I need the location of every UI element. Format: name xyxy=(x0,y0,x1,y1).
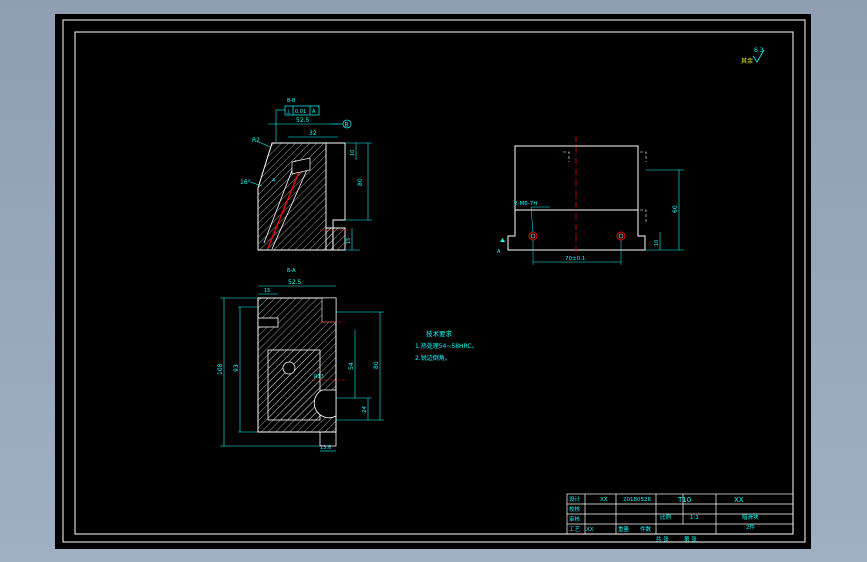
dim-b-slot: 15 xyxy=(264,288,270,294)
roughness-value: 6.3 xyxy=(754,47,764,54)
part-b-slot xyxy=(257,317,279,328)
dim-a-height: 80 xyxy=(357,178,364,186)
check-label: 校核 xyxy=(569,505,581,513)
designer-name: XX xyxy=(600,497,608,503)
part-b-hole-icon xyxy=(282,361,296,375)
part-a-bottom-step xyxy=(325,227,346,251)
dim-side-height: 60 xyxy=(672,205,679,213)
qty-label: 件数 xyxy=(640,525,652,533)
dim-b-total: 108 xyxy=(217,363,224,375)
part-name: 暗滑块 xyxy=(742,513,759,521)
section-a-name: B-B xyxy=(287,98,296,104)
dim-a-width: 52.5 xyxy=(296,117,310,124)
dim-b-small: 24 xyxy=(362,406,368,413)
datum-b-label: B xyxy=(345,122,349,129)
dim-a-chamfer: R2 xyxy=(252,137,260,144)
weight-label: 重量 xyxy=(618,525,630,533)
scale-label: 比例 xyxy=(660,513,672,521)
sheet-total: 共 张 xyxy=(656,535,669,543)
section-b-name: B-A xyxy=(287,268,296,274)
review-label: 审核 xyxy=(569,515,581,523)
drawing-paper xyxy=(55,14,811,549)
notes-line-1: 1.热处理54~58HRC。 xyxy=(415,342,478,350)
dim-b-left: 93 xyxy=(233,364,240,372)
sheet-number: 第 张 xyxy=(684,535,697,543)
scale-value: 1:1 xyxy=(690,515,699,521)
dim-a-top: 10 xyxy=(350,150,356,156)
material: T10 xyxy=(677,496,691,504)
dim-b-radius: R13 xyxy=(314,374,324,380)
tolerance-symbol: ⊥ xyxy=(286,109,291,116)
dim-b-right: 80 xyxy=(373,361,380,369)
drawing-canvas: 其余 6.3 B-B ⊥ 0.01 A 52.5 32 B R2 16° 4 8… xyxy=(55,14,811,549)
sign-name: XX xyxy=(586,527,594,533)
tolerance-value: 0.01 xyxy=(295,109,306,115)
datum-a-label: A xyxy=(497,249,501,255)
part-a-step xyxy=(325,142,346,229)
dim-side-right: 10 xyxy=(654,240,660,246)
dim-b-mid: 54 xyxy=(348,362,355,370)
company-name: XX xyxy=(734,496,744,504)
dim-a-small: 4 xyxy=(272,178,275,184)
dim-a-angle: 16° xyxy=(240,179,251,186)
notes-title: 技术要求 xyxy=(426,329,453,338)
roughness-label: 其余 xyxy=(741,57,753,65)
dim-side-spacing: 70±0.1 xyxy=(565,256,585,262)
dim-b-width: 52.5 xyxy=(288,279,302,286)
notes-line-2: 2.锐边倒角。 xyxy=(415,354,451,362)
design-date: 20180526 xyxy=(623,497,651,503)
tolerance-datum: A xyxy=(312,109,316,115)
designer-label: 设计 xyxy=(569,495,581,503)
dim-a-inner: 32 xyxy=(309,130,317,137)
hole-label: 2-M6-7H xyxy=(514,201,537,207)
qty-value: 2件 xyxy=(746,523,755,531)
process-label: 工艺 xyxy=(569,526,581,533)
dim-b-bottom: 13.6 xyxy=(320,445,331,451)
dim-a-bottom: 15 xyxy=(346,238,352,244)
part-b-cavity xyxy=(267,349,321,421)
